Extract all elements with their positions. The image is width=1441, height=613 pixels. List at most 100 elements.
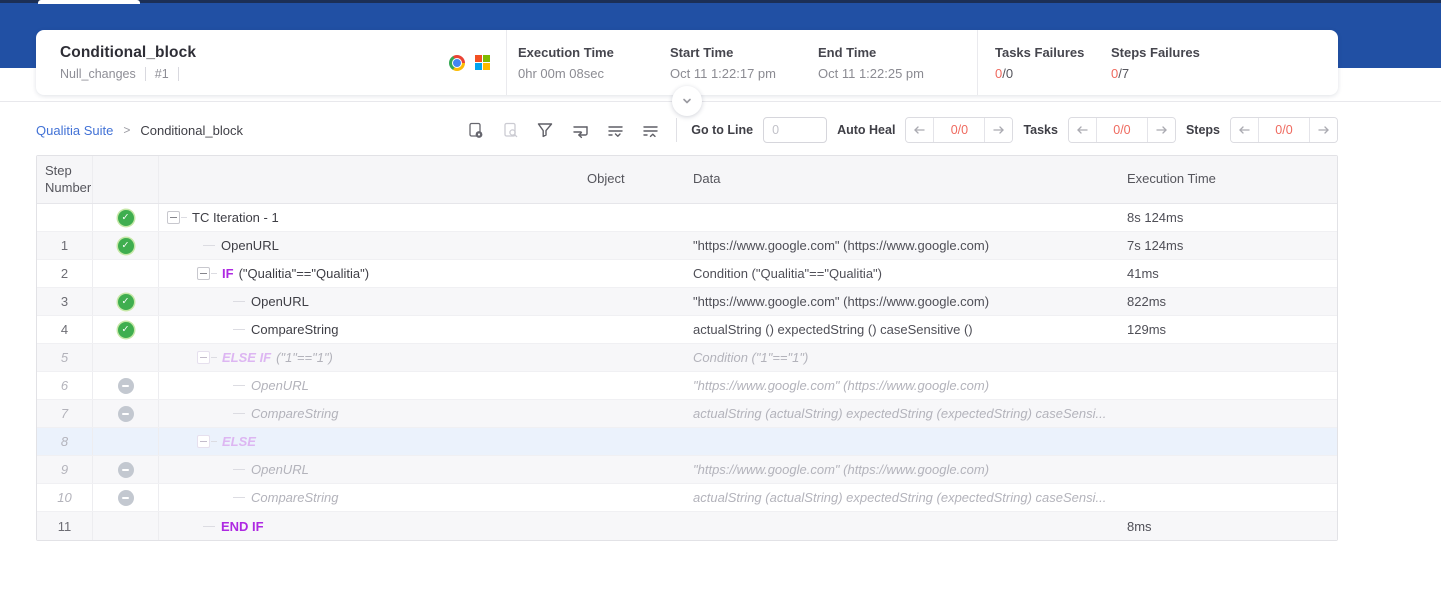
data-cell: "https://www.google.com" (https://www.go… <box>685 288 1119 315</box>
data-cell <box>685 204 1119 231</box>
data-cell <box>685 512 1119 540</box>
data-cell: "https://www.google.com" (https://www.go… <box>685 456 1119 483</box>
divider <box>676 118 677 142</box>
report-search-icon[interactable] <box>500 120 520 140</box>
collapse-node-icon[interactable] <box>197 267 210 280</box>
step-number-cell: 10 <box>37 484 93 511</box>
tasks-total-count: /0 <box>1002 66 1013 81</box>
pass-icon: ✓ <box>118 210 134 226</box>
pass-icon: ✓ <box>118 238 134 254</box>
filter-icon[interactable] <box>535 120 555 140</box>
step-name-label: OpenURL <box>251 294 309 309</box>
object-cell <box>579 204 685 231</box>
breadcrumb: Qualitia Suite > Conditional_block <box>36 123 243 138</box>
data-cell: Condition ("Qualitia"=="Qualitia") <box>685 260 1119 287</box>
object-cell <box>579 232 685 259</box>
steps-stepper: 0/0 <box>1230 117 1338 143</box>
status-cell <box>93 456 159 483</box>
tree-connector <box>233 385 245 386</box>
step-number-cell: 1 <box>37 232 93 259</box>
table-row[interactable]: 1 ✓ OpenURL "https://www.google.com" (https… <box>37 232 1337 260</box>
object-cell <box>579 288 685 315</box>
tasks-prev-button[interactable] <box>1069 118 1096 142</box>
table-row[interactable]: 9 OpenURL "https://www.google.com" (https:… <box>37 456 1337 484</box>
steps-counter: 0/0 <box>1258 118 1310 142</box>
tree-connector <box>211 357 217 358</box>
collapse-node-icon[interactable] <box>197 435 210 448</box>
collapse-node-icon[interactable] <box>167 211 180 224</box>
header-data: Data <box>685 156 1119 203</box>
steps-total-count: /7 <box>1118 66 1129 81</box>
tree-connector <box>211 273 217 274</box>
execution-time-cell: 41ms <box>1119 260 1337 287</box>
testcase-title: Conditional_block <box>60 44 506 62</box>
header-step-number: Step Number <box>37 156 93 203</box>
tasks-stepper: 0/0 <box>1068 117 1176 143</box>
step-name-label: TC Iteration - 1 <box>192 210 279 225</box>
keyword-label: ELSE <box>222 434 256 449</box>
active-tab-indicator[interactable] <box>38 0 140 4</box>
breadcrumb-suite-link[interactable]: Qualitia Suite <box>36 123 113 138</box>
testcase-summary: Conditional_block Null_changes #1 <box>36 30 506 95</box>
table-row[interactable]: 3✓OpenURL"https://www.google.com" (https… <box>37 288 1337 316</box>
collapse-all-icon[interactable] <box>640 120 660 140</box>
header-object: Object <box>579 156 685 203</box>
step-name-cell: OpenURL <box>159 456 579 483</box>
tree-connector <box>203 245 215 246</box>
table-row[interactable]: 2IF("Qualitia"=="Qualitia")Condition ("Q… <box>37 260 1337 288</box>
pass-icon: ✓ <box>118 322 134 338</box>
table-row[interactable]: 11END IF8ms <box>37 512 1337 540</box>
header-name <box>159 156 579 203</box>
table-row[interactable]: 5ELSE IF("1"=="1")Condition ("1"=="1") <box>37 344 1337 372</box>
step-number-cell: 11 <box>37 512 93 540</box>
status-cell <box>93 512 159 540</box>
data-cell: "https://www.google.com" (https://www.go… <box>685 232 1119 259</box>
step-name-cell: OpenURL <box>159 232 579 259</box>
steps-next-button[interactable] <box>1310 118 1337 142</box>
execution-time-cell: 8s 124ms <box>1119 204 1337 231</box>
status-cell <box>93 344 159 371</box>
auto-heal-prev-button[interactable] <box>906 118 933 142</box>
table-row[interactable]: 10CompareStringactualString (actualStrin… <box>37 484 1337 512</box>
object-cell <box>579 484 685 511</box>
table-row[interactable]: 7CompareStringactualString (actualString… <box>37 400 1337 428</box>
tasks-next-button[interactable] <box>1148 118 1175 142</box>
steps-prev-button[interactable] <box>1231 118 1258 142</box>
table-row[interactable]: ✓ TC Iteration - 1 8s 124ms <box>37 204 1337 232</box>
suite-name: Null_changes <box>60 67 136 81</box>
report-toolbar: Go to Line Auto Heal 0/0 Tasks 0/0 Steps… <box>465 117 1338 143</box>
steps-label: Steps <box>1186 123 1220 137</box>
step-name-label: CompareString <box>251 322 338 337</box>
table-row[interactable]: 6OpenURL"https://www.google.com" (https:… <box>37 372 1337 400</box>
step-name-label: CompareString <box>251 490 338 505</box>
table-header-row: Step Number Object Data Execution Time <box>37 156 1337 204</box>
breadcrumb-current: Conditional_block <box>140 123 243 138</box>
auto-heal-next-button[interactable] <box>985 118 1012 142</box>
skip-icon <box>118 378 134 394</box>
metric-steps-failures: Steps Failures 0/7 <box>1094 30 1244 95</box>
step-name-label: OpenURL <box>221 238 279 253</box>
step-name-cell: OpenURL <box>159 372 579 399</box>
object-cell <box>579 260 685 287</box>
table-row[interactable]: 8ELSE <box>37 428 1337 456</box>
status-cell <box>93 484 159 511</box>
report-settings-icon[interactable] <box>465 120 485 140</box>
goto-line-input[interactable] <box>763 117 827 143</box>
goto-line-icon[interactable] <box>570 120 590 140</box>
data-cell: actualString () expectedString () caseSe… <box>685 316 1119 343</box>
keyword-label: END IF <box>221 519 264 534</box>
tree-connector <box>233 329 245 330</box>
status-cell: ✓ <box>93 204 159 231</box>
collapse-summary-button[interactable] <box>672 86 702 116</box>
collapse-node-icon[interactable] <box>197 351 210 364</box>
execution-time-cell: 7s 124ms <box>1119 232 1337 259</box>
expand-all-icon[interactable] <box>605 120 625 140</box>
object-cell <box>579 316 685 343</box>
tree-connector <box>233 497 245 498</box>
steps-table: Step Number Object Data Execution Time ✓… <box>36 155 1338 541</box>
table-row[interactable]: 4✓CompareStringactualString () expectedS… <box>37 316 1337 344</box>
status-cell: ✓ <box>93 316 159 343</box>
pass-icon: ✓ <box>118 294 134 310</box>
execution-time-cell <box>1119 456 1337 483</box>
step-number-cell: 9 <box>37 456 93 483</box>
